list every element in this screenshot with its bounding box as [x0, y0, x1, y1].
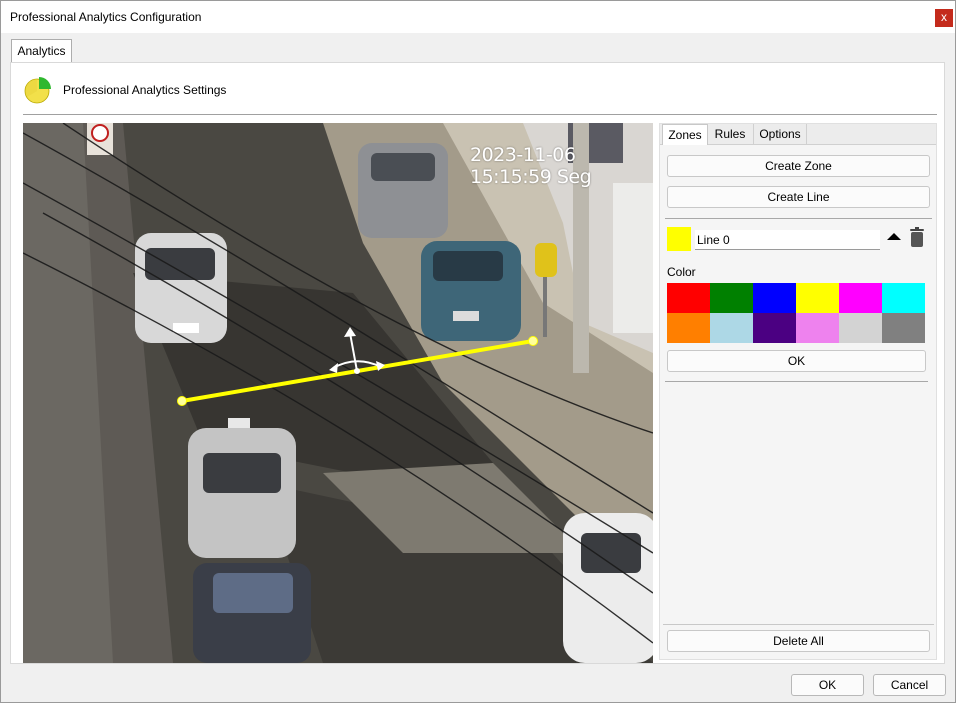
color-indigo[interactable]	[753, 313, 796, 343]
divider	[665, 381, 928, 382]
tab-analytics[interactable]: Analytics	[11, 39, 72, 63]
zones-side-panel: Zones Rules Options Create Zone Create L…	[659, 123, 937, 660]
window-title: Professional Analytics Configuration	[10, 10, 202, 24]
dialog-window: Professional Analytics Configuration x A…	[0, 0, 956, 703]
camera-view[interactable]: 2023-11-06 15:15:59 Seg	[23, 123, 653, 663]
car-dark-bottom	[193, 563, 311, 663]
car-silver-top	[358, 143, 448, 238]
car-white-right	[563, 513, 653, 663]
side-tabstrip: Zones Rules Options	[660, 124, 936, 145]
color-light-gray[interactable]	[839, 313, 882, 343]
title-bar: Professional Analytics Configuration x	[1, 1, 955, 33]
color-gray[interactable]	[882, 313, 925, 343]
tab-rules[interactable]: Rules	[709, 124, 751, 144]
color-green[interactable]	[710, 283, 753, 313]
color-violet[interactable]	[796, 313, 839, 343]
divider	[663, 624, 934, 625]
line-name-field[interactable]	[695, 230, 880, 250]
color-label: Color	[667, 265, 696, 279]
car-taxi	[188, 418, 296, 558]
trash-icon[interactable]	[909, 227, 925, 247]
pie-chart-icon	[24, 77, 51, 104]
create-line-button[interactable]: Create Line	[667, 186, 930, 208]
color-ok-button[interactable]: OK	[667, 350, 926, 372]
arrow-up-icon[interactable]	[887, 233, 901, 240]
create-zone-button[interactable]: Create Zone	[667, 155, 930, 177]
car-blue	[421, 241, 521, 341]
color-orange[interactable]	[667, 313, 710, 343]
header-divider	[23, 114, 937, 115]
color-magenta[interactable]	[839, 283, 882, 313]
close-button[interactable]: x	[935, 9, 953, 27]
color-blue[interactable]	[753, 283, 796, 313]
camera-scene	[23, 123, 653, 663]
settings-title: Professional Analytics Settings	[63, 83, 227, 97]
color-red[interactable]	[667, 283, 710, 313]
cancel-button[interactable]: Cancel	[873, 674, 946, 696]
line-color-swatch[interactable]	[667, 227, 691, 251]
color-cyan[interactable]	[882, 283, 925, 313]
color-palette	[667, 283, 925, 343]
delete-all-button[interactable]: Delete All	[667, 630, 930, 652]
car-white-left	[135, 233, 227, 343]
video-timestamp: 2023-11-06 15:15:59 Seg	[470, 144, 592, 188]
divider	[665, 218, 932, 219]
tab-zones[interactable]: Zones	[662, 124, 708, 145]
ok-button[interactable]: OK	[791, 674, 864, 696]
color-light-blue[interactable]	[710, 313, 753, 343]
analytics-panel: Professional Analytics Settings 2023-11-…	[10, 62, 945, 664]
tab-options[interactable]: Options	[753, 124, 807, 144]
color-yellow[interactable]	[796, 283, 839, 313]
